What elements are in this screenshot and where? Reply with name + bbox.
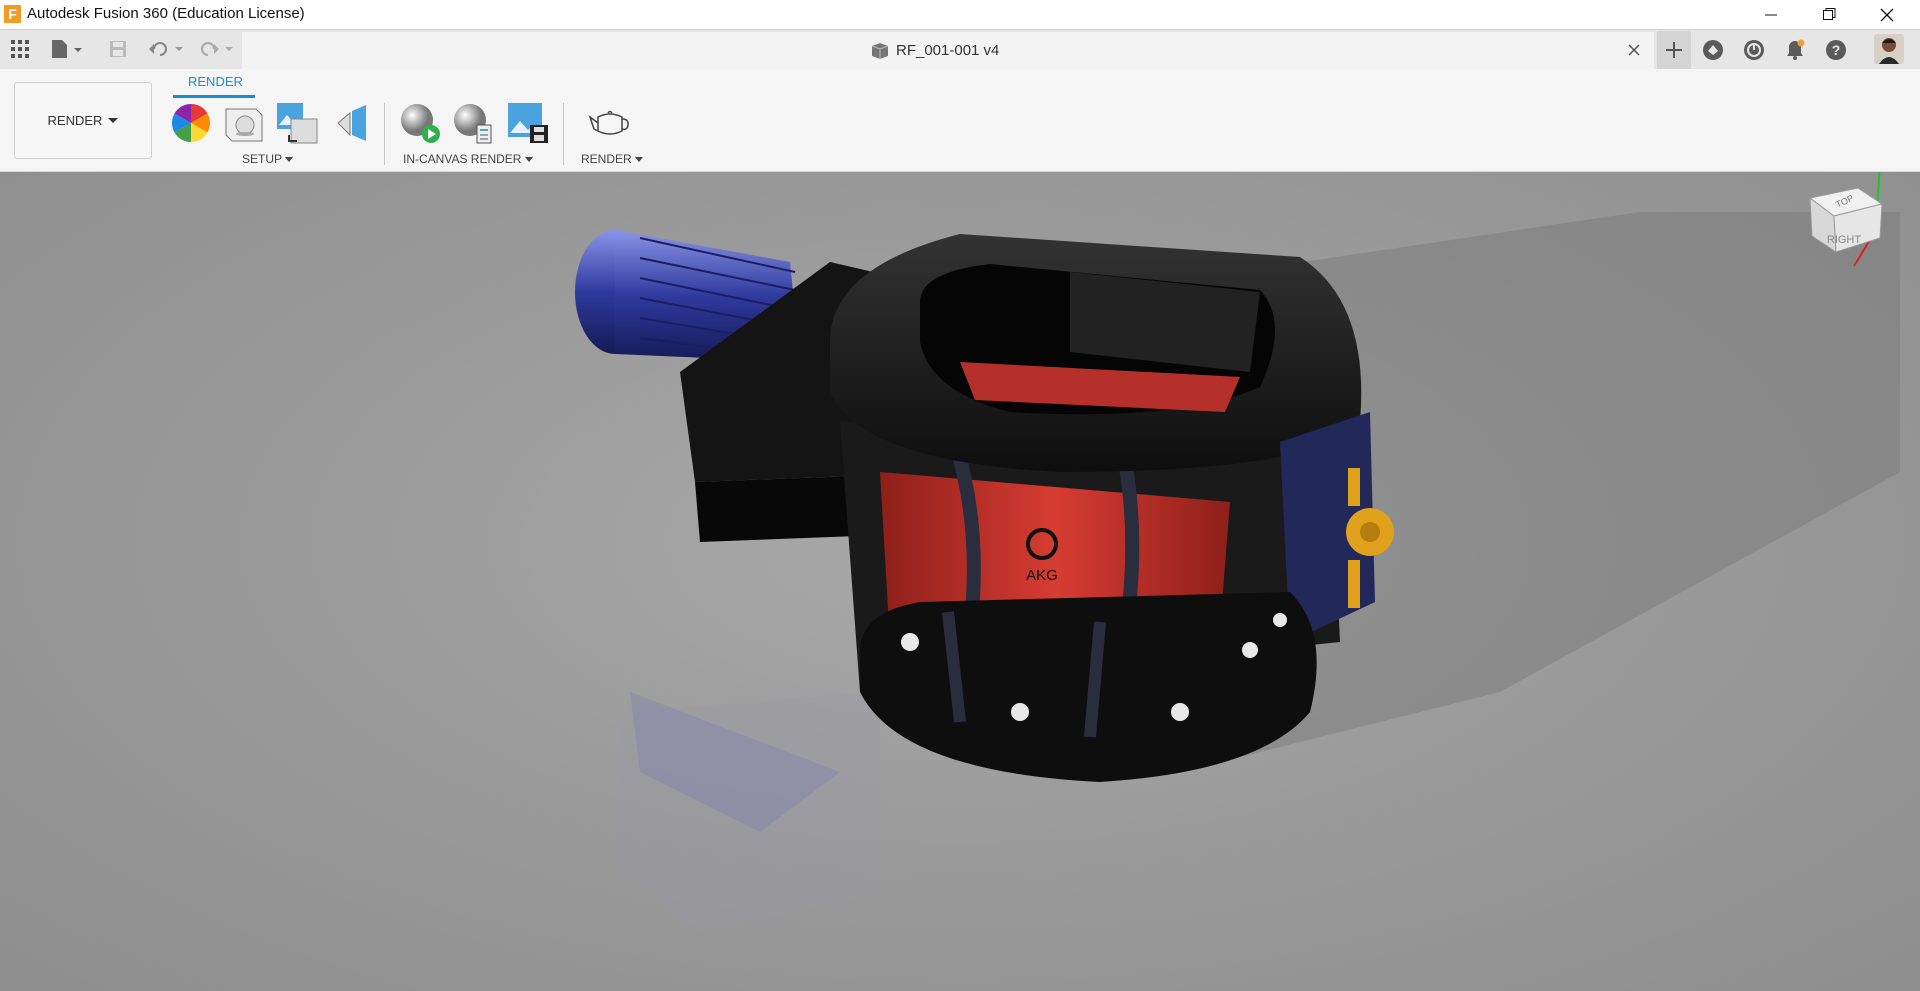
job-status-icon[interactable] <box>1739 37 1769 63</box>
viewcube[interactable]: TOP RIGHT <box>1800 172 1900 270</box>
setup-group-menu[interactable]: SETUP <box>242 152 294 166</box>
fusion-logo-icon: F <box>4 5 21 23</box>
active-tab-indicator <box>173 95 255 98</box>
chevron-down-icon <box>108 117 119 123</box>
texture-map-icon[interactable] <box>275 101 319 145</box>
scene-settings-icon[interactable] <box>222 101 266 145</box>
chevron-down-icon <box>635 157 644 162</box>
user-avatar[interactable] <box>1874 34 1904 64</box>
notifications-icon[interactable] <box>1780 37 1810 63</box>
appearance-icon[interactable] <box>169 101 213 145</box>
close-tab-icon[interactable] <box>1626 42 1642 58</box>
chevron-down-icon <box>524 157 533 162</box>
setup-group-label: SETUP <box>242 152 282 166</box>
render-group-label: RENDER <box>581 152 632 166</box>
tab-render[interactable]: RENDER <box>188 74 243 89</box>
restore-icon[interactable] <box>1800 0 1858 29</box>
group-separator <box>384 103 385 165</box>
workspace-label: RENDER <box>47 113 103 128</box>
window-title-bar: F Autodesk Fusion 360 (Education License… <box>0 0 1920 29</box>
akg-badge-text: AKG <box>1026 567 1058 584</box>
document-icon <box>870 42 890 65</box>
minimize-icon[interactable] <box>1742 0 1800 29</box>
in-canvas-render-icon[interactable] <box>398 101 442 145</box>
file-menu-icon[interactable] <box>48 37 86 61</box>
app-grid-icon[interactable] <box>8 37 32 61</box>
undo-icon[interactable] <box>146 37 186 61</box>
new-tab-icon[interactable] <box>1657 31 1691 69</box>
in-canvas-render-settings-icon[interactable] <box>451 101 495 145</box>
workspace-switcher[interactable]: RENDER <box>14 82 152 159</box>
viewcube-right-face: RIGHT <box>1827 234 1862 246</box>
redo-icon[interactable] <box>196 37 236 61</box>
render-group-menu[interactable]: RENDER <box>581 152 644 166</box>
capture-image-icon[interactable] <box>506 101 550 145</box>
in-canvas-render-group-menu[interactable]: IN-CANVAS RENDER <box>403 152 533 166</box>
decal-icon[interactable] <box>330 101 374 145</box>
extensions-icon[interactable] <box>1698 37 1728 63</box>
close-icon[interactable] <box>1858 0 1916 29</box>
document-title[interactable]: RF_001-001 v4 <box>896 42 999 59</box>
3d-viewport[interactable]: AKG TOP RIGHT <box>0 172 1920 991</box>
help-icon[interactable]: ? <box>1821 37 1851 63</box>
chevron-down-icon <box>285 157 294 162</box>
window-title: Autodesk Fusion 360 (Education License) <box>27 5 305 22</box>
svg-text:?: ? <box>1832 42 1841 58</box>
group-separator <box>563 103 564 165</box>
rendered-model: AKG <box>575 212 1900 932</box>
in-canvas-render-group-label: IN-CANVAS RENDER <box>403 152 522 166</box>
render-teapot-icon[interactable] <box>588 101 632 145</box>
save-icon[interactable] <box>106 37 130 61</box>
